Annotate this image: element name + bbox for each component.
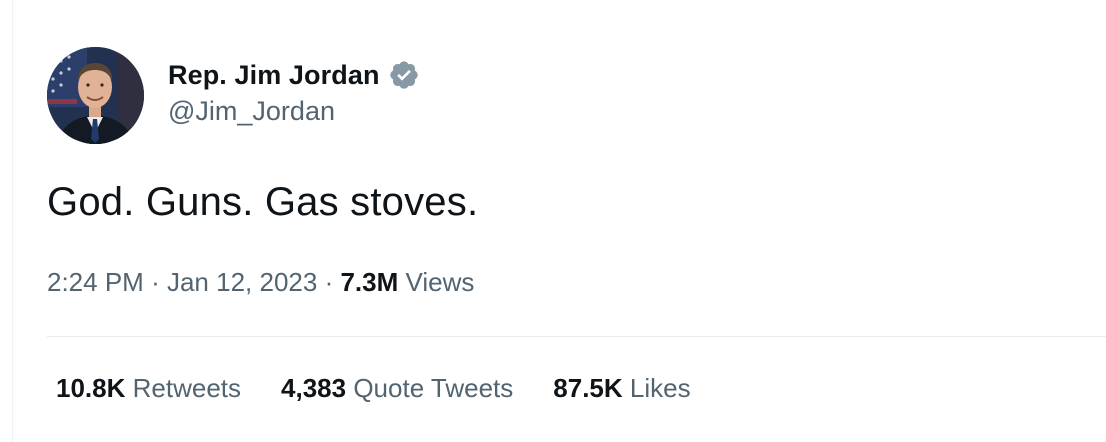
display-name[interactable]: Rep. Jim Jordan <box>168 60 380 91</box>
verified-badge-icon <box>388 59 420 91</box>
likes-count: 87.5K <box>553 373 623 403</box>
engagement-stats: 10.8K Retweets 4,383 Quote Tweets 87.5K … <box>56 373 731 404</box>
likes-label: Likes <box>629 373 691 403</box>
views-count[interactable]: 7.3M <box>340 267 398 297</box>
tweet-date[interactable]: Jan 12, 2023 <box>167 267 317 297</box>
tweet-meta: 2:24 PM · Jan 12, 2023 · 7.3M Views <box>47 267 474 298</box>
meta-separator: · <box>151 267 160 297</box>
views-label: Views <box>405 267 475 297</box>
quote-tweets-count: 4,383 <box>281 373 347 403</box>
likes-stat[interactable]: 87.5K Likes <box>553 373 690 404</box>
divider <box>47 336 1106 337</box>
avatar[interactable] <box>47 47 144 144</box>
tweet-card[interactable]: Rep. Jim Jordan @Jim_Jordan God. Guns. G… <box>0 0 1106 442</box>
quote-tweets-label: Quote Tweets <box>353 373 514 403</box>
tweet-text: God. Guns. Gas stoves. <box>47 180 479 224</box>
avatar-image <box>47 47 144 144</box>
retweets-label: Retweets <box>132 373 242 403</box>
author-name-row: Rep. Jim Jordan <box>168 56 420 94</box>
tweet-time[interactable]: 2:24 PM <box>47 267 144 297</box>
retweets-count: 10.8K <box>56 373 126 403</box>
quote-tweets-stat[interactable]: 4,383 Quote Tweets <box>281 373 513 404</box>
retweets-stat[interactable]: 10.8K Retweets <box>56 373 241 404</box>
tweet-author: Rep. Jim Jordan @Jim_Jordan <box>168 56 420 127</box>
meta-separator: · <box>324 267 334 297</box>
user-handle[interactable]: @Jim_Jordan <box>168 96 420 127</box>
